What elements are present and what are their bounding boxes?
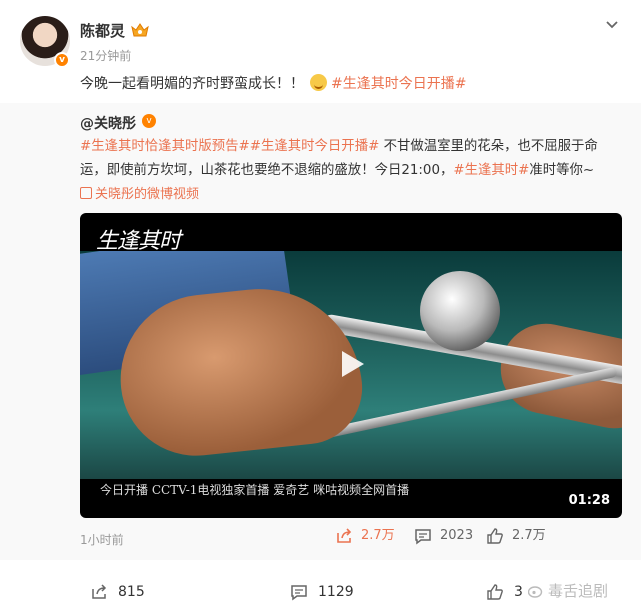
video-link-label: 关晓彤的微博视频 [95,187,200,202]
crown-icon[interactable] [130,21,150,39]
share-icon [92,584,107,599]
watermark-text: 毒舌追剧 [548,582,609,600]
post-text: 今晚一起看明媚的齐时野蛮成长！！ #生逢其时今日开播# [80,73,466,93]
post-timestamp[interactable]: 21分钟前 [80,47,131,64]
thumbs-up-icon [487,584,503,600]
share-count: 815 [118,584,145,600]
thumbs-up-icon [487,528,503,544]
retweeted-post: @关晓彤 v #生逢其时恰逢其时版预告##生逢其时今日开播# 不甘做温室里的花朵… [0,103,641,560]
comment-count: 1129 [318,584,354,600]
retweet-comment-count: 2023 [440,528,474,543]
comment-icon [291,585,307,601]
retweet-text-part3: 准时等你~ [529,163,595,178]
retweet-hashtags[interactable]: #生逢其时恰逢其时版预告##生逢其时今日开播# [80,139,379,154]
retweet-author[interactable]: @关晓彤 [80,113,136,133]
retweet-like-count: 2.7万 [512,528,546,543]
retweet-text-part1: 不甘做温室里的花朵，也不屈服于命 [379,139,598,154]
comment-icon [415,529,431,545]
retweet-timestamp[interactable]: 1小时前 [80,531,124,548]
watermark: 毒舌追剧 [528,580,608,601]
video-link-icon [80,187,92,199]
retweet-text-part2: 运，即使前方坎坷，山茶花也要绝不退缩的盛放！今日21:00， [80,163,454,178]
author-name[interactable]: 陈都灵 [80,20,125,41]
weibo-logo-icon [528,586,543,598]
play-icon[interactable] [334,347,368,381]
laughing-emoji-icon [310,74,327,91]
video-duration: 01:28 [568,493,610,508]
chevron-down-icon[interactable] [604,16,620,32]
share-icon [337,528,352,543]
retweet-share-count: 2.7万 [361,528,395,543]
hashtag-link[interactable]: #生逢其时今日开播# [331,76,466,92]
post-text-body: 今晚一起看明媚的齐时野蛮成长！！ [80,76,304,92]
verified-icon: v [142,114,156,128]
video-subtitle: 今日开播 CCTV-1电视独家首播 爱奇艺 咪咕视频全网首播 [100,483,410,497]
retweet-hashtag[interactable]: #生逢其时# [453,163,529,178]
retweet-text: #生逢其时恰逢其时版预告##生逢其时今日开播# 不甘做温室里的花朵，也不屈服于命… [80,135,620,183]
video-player[interactable]: 生逢其时 今日开播 CCTV-1电视独家首播 爱奇艺 咪咕视频全网首播 01:2… [80,213,622,518]
weibo-post: v 陈都灵 21分钟前 今晚一起看明媚的齐时野蛮成长！！ #生逢其时今日开播# @… [0,0,641,610]
video-link[interactable]: 关晓彤的微博视频 [80,183,199,202]
like-count: 3 [514,584,523,600]
verified-badge-icon: v [54,52,70,68]
